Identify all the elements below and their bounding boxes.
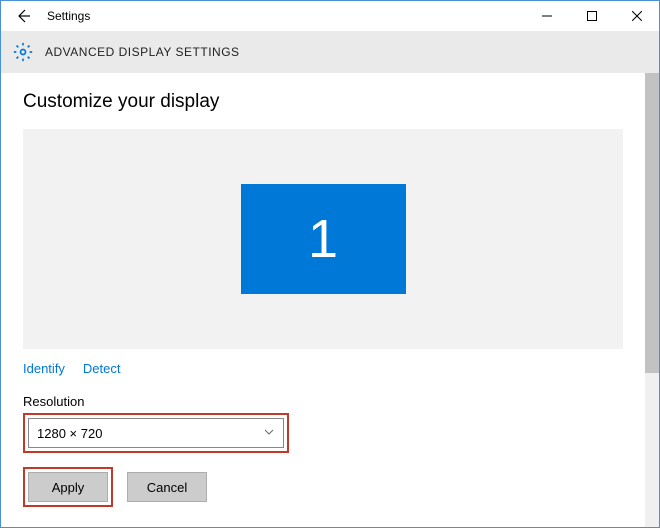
detect-link[interactable]: Detect	[83, 361, 121, 376]
cancel-button[interactable]: Cancel	[127, 472, 207, 502]
close-icon	[632, 11, 642, 21]
titlebar: Settings	[1, 1, 659, 31]
monitor-1[interactable]: 1	[241, 184, 406, 294]
window-controls	[524, 1, 659, 31]
button-row: Apply Cancel	[23, 467, 623, 507]
display-links: Identify Detect	[23, 361, 623, 376]
resolution-highlight: 1280 × 720	[23, 413, 289, 453]
identify-link[interactable]: Identify	[23, 361, 65, 376]
resolution-label: Resolution	[23, 394, 623, 409]
minimize-icon	[542, 11, 552, 21]
monitor-number: 1	[308, 208, 338, 270]
header-band: ADVANCED DISPLAY SETTINGS	[1, 31, 659, 73]
apply-highlight: Apply	[23, 467, 113, 507]
maximize-icon	[587, 11, 597, 21]
back-button[interactable]	[13, 6, 33, 26]
resolution-select[interactable]: 1280 × 720	[28, 418, 284, 448]
window-title: Settings	[47, 9, 90, 23]
minimize-button[interactable]	[524, 1, 569, 31]
gear-icon	[13, 42, 33, 62]
chevron-down-icon	[263, 426, 275, 441]
content-area: Customize your display 1 Identify Detect…	[1, 73, 645, 527]
header-title: ADVANCED DISPLAY SETTINGS	[45, 45, 240, 59]
resolution-value: 1280 × 720	[37, 426, 102, 441]
back-arrow-icon	[15, 8, 31, 24]
maximize-button[interactable]	[569, 1, 614, 31]
page-heading: Customize your display	[23, 91, 623, 113]
scrollbar[interactable]	[645, 73, 659, 527]
close-button[interactable]	[614, 1, 659, 31]
scrollbar-thumb[interactable]	[645, 73, 659, 373]
display-preview-panel: 1	[23, 129, 623, 349]
apply-button[interactable]: Apply	[28, 472, 108, 502]
